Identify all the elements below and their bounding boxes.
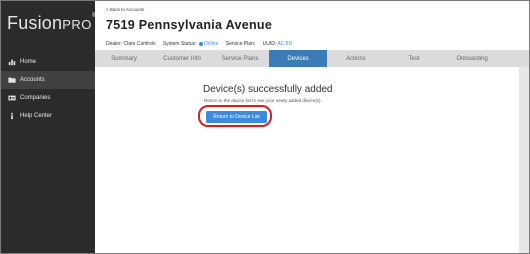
app-window: FusionPRO® Home Accounts Companies [0, 0, 530, 254]
tab-actions[interactable]: Actions [327, 50, 385, 67]
tab-bar: Summary Customer Info Service Plans Devi… [95, 50, 529, 67]
dealer-label: Dealer: [106, 41, 123, 47]
sidebar-item-label: Companies [20, 95, 51, 101]
dealer-value: Clare Controls [123, 41, 156, 47]
tab-summary[interactable]: Summary [95, 50, 153, 67]
sidebar-item-label: Accounts [20, 77, 45, 83]
uuid-value: AC:5D [277, 41, 293, 47]
status-label: System Status: [162, 41, 197, 47]
service-plan-label: Service Plan: [225, 41, 256, 47]
back-link[interactable]: < Back to Accounts [106, 7, 144, 12]
page-header: < Back to Accounts 7519 Pennsylvania Ave… [95, 1, 529, 50]
sidebar-item-label: Help Center [20, 113, 53, 119]
tab-devices[interactable]: Devices [269, 50, 327, 67]
sidebar-item-companies[interactable]: Companies [1, 89, 95, 107]
success-heading: Device(s) successfully added [203, 84, 333, 95]
bar-chart-icon [7, 58, 16, 67]
success-subtext: Return to the device list to see your ne… [204, 98, 322, 103]
uuid-label: UUID: [262, 41, 277, 47]
tab-onboarding[interactable]: Onboarding [443, 50, 501, 67]
sidebar-nav: Home Accounts Companies Help Center [1, 53, 95, 125]
highlight-annotation [198, 105, 272, 127]
info-icon [7, 112, 16, 121]
id-card-icon [7, 94, 16, 103]
sidebar: FusionPRO® Home Accounts Companies [1, 1, 97, 253]
tab-test[interactable]: Test [385, 50, 443, 67]
tab-service-plans[interactable]: Service Plans [211, 50, 269, 67]
status-dot-icon [198, 41, 203, 46]
folder-icon [7, 76, 16, 85]
logo-name: Fusion [7, 13, 63, 33]
tab-customer-info[interactable]: Customer Info [153, 50, 211, 67]
sidebar-item-help-center[interactable]: Help Center [1, 107, 95, 125]
page-title: 7519 Pennsylvania Avenue [106, 18, 273, 32]
sidebar-item-accounts[interactable]: Accounts [1, 71, 95, 89]
sidebar-item-label: Home [20, 59, 37, 65]
content-panel: Device(s) successfully added Return to t… [95, 67, 519, 253]
app-logo: FusionPRO® [7, 13, 97, 34]
sidebar-item-home[interactable]: Home [1, 53, 95, 71]
logo-suffix: PRO [62, 17, 92, 32]
main-area: < Back to Accounts 7519 Pennsylvania Ave… [95, 1, 529, 253]
account-meta: Dealer: Clare Controls System Status: On… [106, 41, 298, 47]
status-value: Online [203, 41, 219, 47]
